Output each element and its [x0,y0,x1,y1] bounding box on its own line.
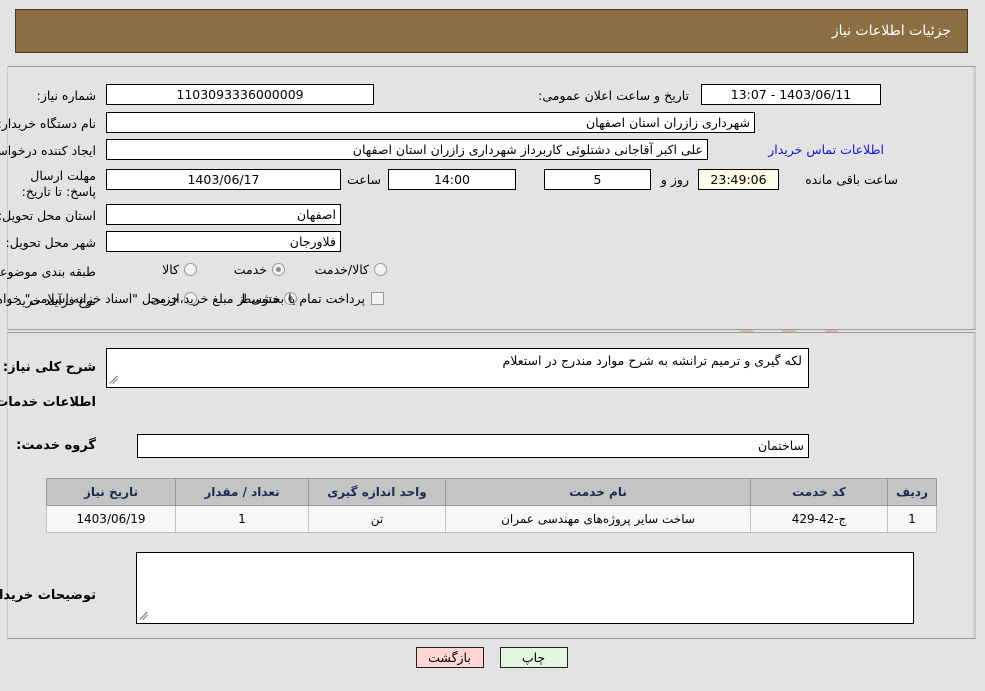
col-code: کد خدمت [751,478,889,506]
buyer-org-value: شهرداری زازران استان اصفهان [107,112,756,133]
deadline-countdown-timer: 23:49:06 [699,169,780,190]
page-header-bar: جزئیات اطلاعات نیاز [16,9,969,53]
announce-datetime-label: تاریخ و ساعت اعلان عمومی: [539,88,690,103]
services-section-heading: اطلاعات خدمات مورد نیاز [0,395,97,410]
panel-right-edge [974,67,976,329]
announce-datetime-value: 1403/06/11 - 13:07 [702,84,882,105]
radio-indicator [185,263,198,276]
category-option-label: کالا/خدمت [315,262,370,277]
summary-label: شرح کلی نیاز: [3,360,97,375]
deadline-days-value: 5 [545,169,652,190]
category-option-label: خدمت [234,262,268,277]
delivery-city-value: فلاورجان [107,231,342,252]
table-row: 1 ج-42-429 ساخت سایر پروژه‌های مهندسی عم… [47,505,938,533]
category-option-label: کالا [163,262,180,277]
delivery-city-label: شهر محل تحویل: [6,235,97,250]
deadline-date-value: 1403/06/17 [107,169,342,190]
deadline-hour-label: ساعت [347,172,382,187]
category-radio-kala[interactable]: کالا [163,262,198,277]
treasury-docs-checkbox[interactable] [372,292,385,305]
requester-label: ایجاد کننده درخواست: [0,143,97,158]
buyer-contact-link[interactable]: اطلاعات تماس خریدار [769,142,885,157]
buyer-notes-label: توضیحات خریدار: [0,588,97,603]
table-header-row: ردیف کد خدمت نام خدمت واحد اندازه گیری ت… [47,478,938,506]
delivery-province-value: اصفهان [107,204,342,225]
col-name: نام خدمت [446,478,752,506]
panel-right-edge [974,333,976,638]
treasury-docs-note: پرداخت تمام یا بخشی از مبلغ خرید،از محل … [0,291,366,306]
deadline-days-label: روز و [661,172,690,187]
need-number-value: 1103093336000009 [107,84,375,105]
resize-grip-icon[interactable] [140,610,152,622]
service-group-label: گروه خدمت: [17,438,97,453]
col-need-date: تاریخ نیاز [47,478,177,506]
deadline-remaining-label: ساعت باقی مانده [806,172,899,187]
category-radio-kala-khedmat[interactable]: کالا/خدمت [316,262,388,277]
treasury-docs-checkbox-row[interactable]: پرداخت تمام یا بخشی از مبلغ خرید،از محل … [0,291,385,306]
col-qty: تعداد / مقدار [176,478,310,506]
service-group-value: ساختمان [138,434,810,458]
deadline-label: مهلت ارسال پاسخ: تا تاریخ: [22,168,97,199]
cell-code: ج-42-429 [751,505,889,533]
print-button[interactable]: چاپ [500,647,569,668]
summary-text: لکه گیری و ترمیم ترانشه به شرح موارد مند… [503,353,803,368]
cell-radif: 1 [888,505,938,533]
back-button[interactable]: بازگشت [416,647,485,668]
category-label: طبقه بندی موضوعی: [0,264,97,279]
col-radif: ردیف [888,478,938,506]
col-unit: واحد اندازه گیری [309,478,447,506]
need-number-label: شماره نیاز: [37,88,97,103]
deadline-hour-value: 14:00 [389,169,517,190]
cell-need-date: 1403/06/19 [47,505,177,533]
delivery-province-label: استان محل تحویل: [0,208,97,223]
cell-name: ساخت سایر پروژه‌های مهندسی عمران [446,505,752,533]
requester-value: علی اکبر آقاجانی دشتلوئی کاربرداز شهردار… [107,139,709,160]
radio-indicator [273,263,286,276]
footer-button-row: چاپ بازگشت [0,647,985,668]
category-radio-khedmat[interactable]: خدمت [235,262,286,277]
cell-unit: تن [309,505,447,533]
radio-indicator [375,263,388,276]
services-table: ردیف کد خدمت نام خدمت واحد اندازه گیری ت… [47,478,938,533]
page-title: جزئیات اطلاعات نیاز [832,23,952,39]
resize-grip-icon[interactable] [110,374,122,386]
cell-qty: 1 [176,505,310,533]
summary-textarea[interactable]: لکه گیری و ترمیم ترانشه به شرح موارد مند… [107,348,810,388]
buyer-org-label: نام دستگاه خریدار: [0,116,97,131]
buyer-notes-textarea[interactable] [137,552,915,624]
